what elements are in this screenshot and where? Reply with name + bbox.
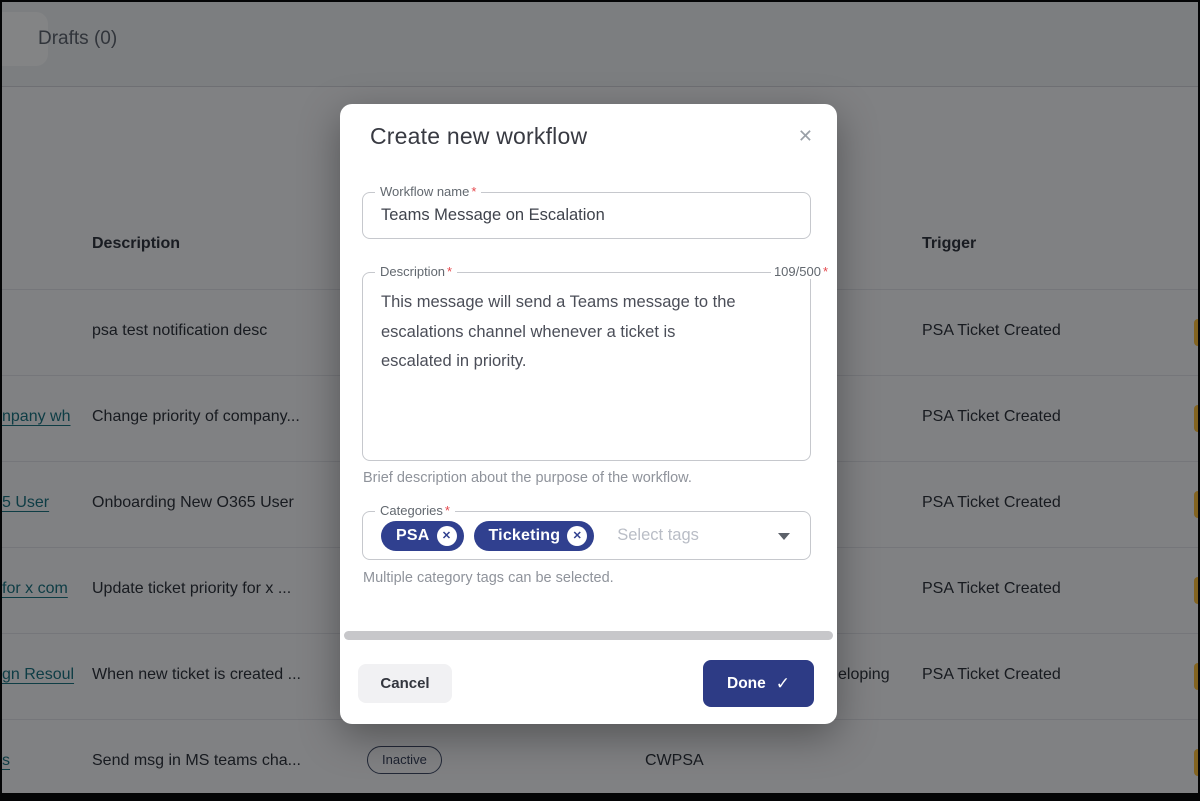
categories-label: Categories*: [375, 503, 455, 518]
workflow-name-input[interactable]: Teams Message on Escalation: [363, 193, 810, 238]
chevron-down-icon[interactable]: [778, 533, 790, 540]
create-workflow-dialog: Create new workflow ✕ Workflow name* Tea…: [340, 104, 837, 724]
description-label: Description*: [375, 264, 457, 279]
screen: Drafts (0) Description Trigger psa test …: [0, 0, 1200, 801]
categories-field[interactable]: Categories* PSA ✕ Ticketing ✕ Select tag…: [362, 511, 811, 560]
remove-tag-icon[interactable]: ✕: [567, 526, 587, 546]
cancel-button[interactable]: Cancel: [358, 664, 452, 703]
description-field[interactable]: Description* 109/500* This message will …: [362, 272, 811, 461]
horizontal-scrollbar[interactable]: [344, 631, 833, 640]
workflow-name-field[interactable]: Workflow name* Teams Message on Escalati…: [362, 192, 811, 239]
done-button[interactable]: Done ✓: [703, 660, 814, 707]
label-text: Categories: [380, 503, 443, 518]
description-textarea[interactable]: This message will send a Teams message t…: [381, 288, 792, 377]
counter-text: 109/500: [774, 264, 821, 279]
tag-label: PSA: [396, 527, 430, 545]
tags-container: PSA ✕ Ticketing ✕ Select tags: [363, 512, 810, 559]
check-icon: ✓: [776, 674, 790, 694]
required-asterisk: *: [447, 264, 452, 279]
label-text: Workflow name: [380, 184, 469, 199]
description-helper-text: Brief description about the purpose of t…: [363, 470, 692, 486]
dialog-title: Create new workflow: [370, 123, 587, 150]
done-label: Done: [727, 675, 766, 693]
required-asterisk: *: [445, 503, 450, 518]
required-asterisk: *: [823, 264, 828, 279]
tag-ticketing[interactable]: Ticketing ✕: [474, 521, 595, 551]
label-text: Description: [380, 264, 445, 279]
tags-placeholder: Select tags: [617, 526, 699, 545]
required-asterisk: *: [471, 184, 476, 199]
workflow-name-label: Workflow name*: [375, 184, 481, 199]
remove-tag-icon[interactable]: ✕: [437, 526, 457, 546]
tag-label: Ticketing: [489, 527, 561, 545]
char-counter: 109/500*: [771, 264, 831, 279]
categories-helper-text: Multiple category tags can be selected.: [363, 570, 614, 586]
tag-psa[interactable]: PSA ✕: [381, 521, 464, 551]
close-icon[interactable]: ✕: [798, 126, 813, 146]
